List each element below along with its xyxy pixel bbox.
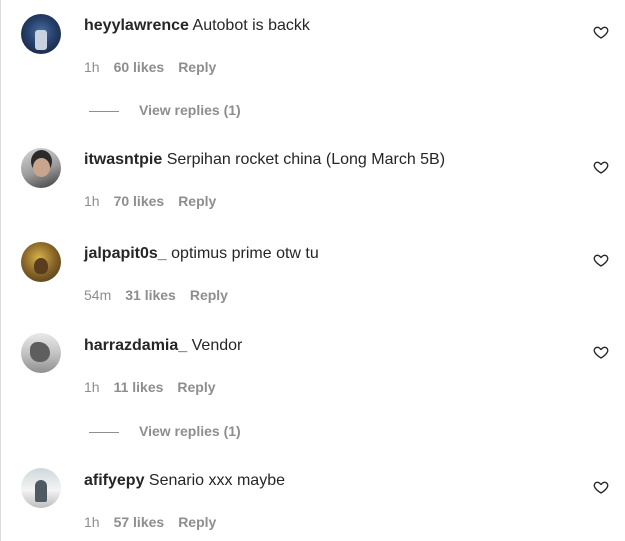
comment-likes[interactable]: 11 likes	[114, 378, 164, 396]
reply-button[interactable]: Reply	[178, 58, 216, 76]
avatar[interactable]	[21, 242, 61, 282]
comment-likes[interactable]: 70 likes	[114, 192, 165, 210]
comment-username[interactable]: harrazdamia_	[84, 337, 187, 354]
view-replies-button[interactable]: View replies (1)	[139, 102, 241, 118]
comment-time[interactable]: 54m	[84, 286, 111, 304]
comment-username[interactable]: itwasntpie	[84, 151, 162, 168]
view-replies-row[interactable]: View replies (1)	[89, 422, 241, 440]
heart-icon[interactable]	[593, 24, 609, 40]
comment-meta: 1h 57 likes Reply	[84, 513, 216, 531]
comment-username[interactable]: jalpapit0s_	[84, 245, 167, 262]
comment-time[interactable]: 1h	[84, 192, 100, 210]
reply-button[interactable]: Reply	[178, 192, 216, 210]
view-replies-row[interactable]: View replies (1)	[89, 101, 241, 119]
heart-icon[interactable]	[593, 479, 609, 495]
comment-meta: 1h 60 likes Reply	[84, 58, 216, 76]
heart-icon[interactable]	[593, 344, 609, 360]
comment-text: optimus prime otw tu	[171, 245, 319, 262]
comment-time[interactable]: 1h	[84, 58, 100, 76]
comment-username[interactable]: heyylawrence	[84, 17, 189, 34]
avatar[interactable]	[21, 333, 61, 373]
comment-time[interactable]: 1h	[84, 513, 100, 531]
view-replies-button[interactable]: View replies (1)	[139, 423, 241, 439]
comment-likes[interactable]: 31 likes	[125, 286, 176, 304]
comment-text: Serpihan rocket china (Long March 5B)	[166, 151, 446, 168]
heart-icon[interactable]	[593, 252, 609, 268]
reply-button[interactable]: Reply	[178, 513, 216, 531]
comment-meta: 54m 31 likes Reply	[84, 286, 228, 304]
avatar[interactable]	[21, 14, 61, 54]
comment-text: Vendor	[191, 337, 243, 354]
comment-text: Senario xxx maybe	[148, 472, 285, 489]
comment-time[interactable]: 1h	[84, 378, 100, 396]
comment-username[interactable]: afifyepy	[84, 472, 144, 489]
heart-icon[interactable]	[593, 159, 609, 175]
replies-divider	[89, 110, 119, 112]
reply-button[interactable]: Reply	[177, 378, 215, 396]
comment-text: Autobot is backk	[192, 17, 310, 34]
comment-meta: 1h 70 likes Reply	[84, 192, 216, 210]
left-divider	[0, 0, 1, 541]
comment-likes[interactable]: 57 likes	[114, 513, 165, 531]
comment-likes[interactable]: 60 likes	[114, 58, 165, 76]
replies-divider	[89, 431, 119, 433]
avatar[interactable]	[21, 468, 61, 508]
comment-meta: 1h 11 likes Reply	[84, 378, 216, 396]
avatar[interactable]	[21, 148, 61, 188]
reply-button[interactable]: Reply	[190, 286, 228, 304]
